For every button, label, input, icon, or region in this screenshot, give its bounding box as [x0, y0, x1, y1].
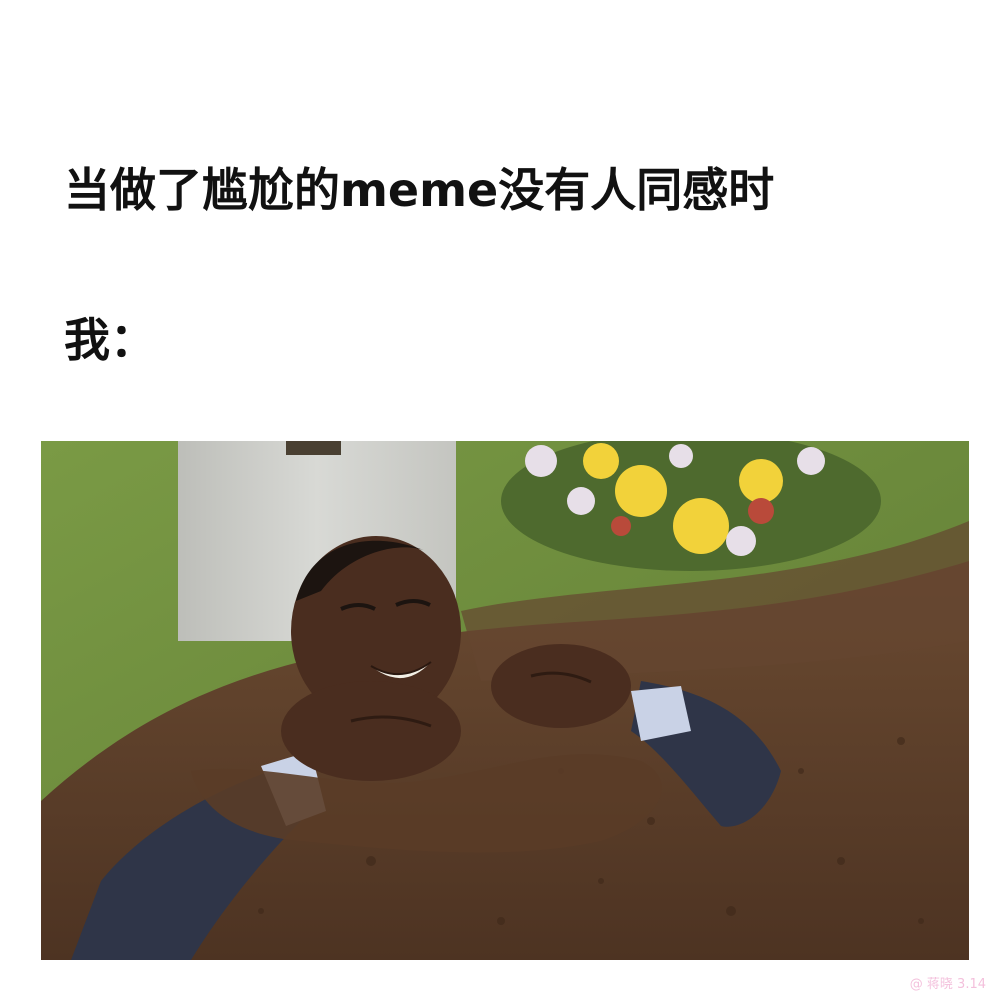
watermark: @ 蒋晓 3.14: [909, 977, 986, 992]
grave-scene-illustration: [41, 441, 969, 960]
right-hand: [491, 644, 631, 728]
caption-line-1: 当做了尴尬的meme没有人同感时: [64, 163, 775, 217]
meme-photo: [41, 441, 969, 960]
left-hand: [281, 681, 461, 781]
caption-line-2: 我：: [64, 313, 156, 367]
